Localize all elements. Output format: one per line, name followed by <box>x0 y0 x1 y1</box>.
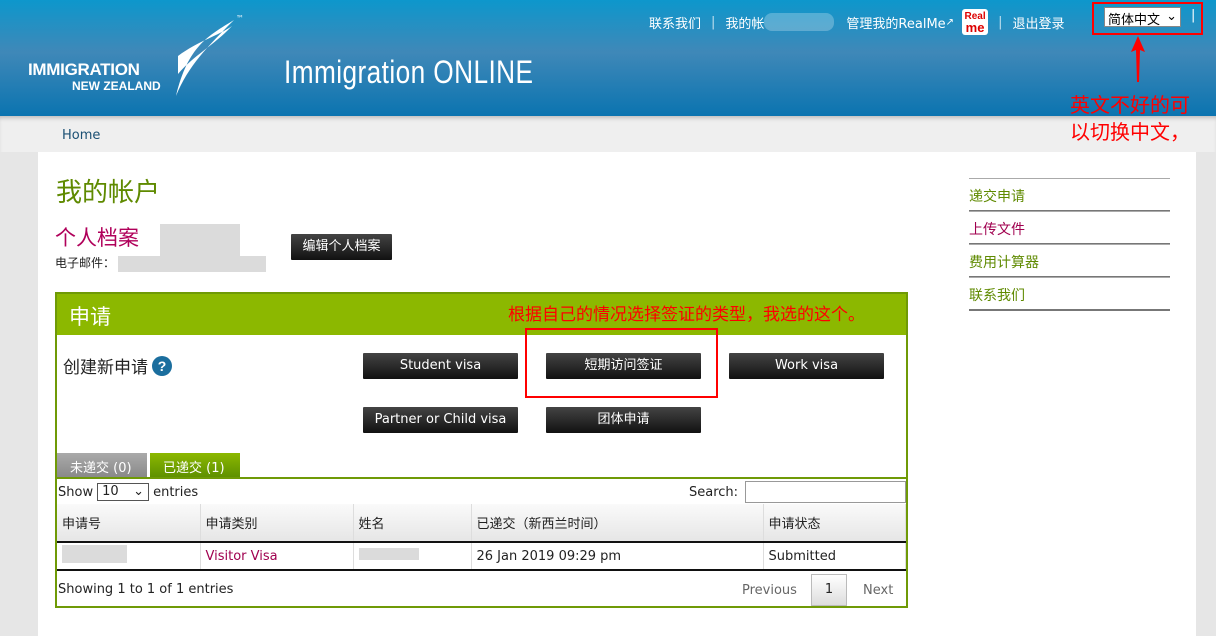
app-title: Immigration ONLINE <box>284 54 534 90</box>
work-visa-button[interactable]: Work visa <box>729 353 884 379</box>
edit-profile-button[interactable]: 编辑个人档案 <box>291 234 392 260</box>
blurred-name <box>358 548 419 560</box>
tab-divider <box>57 477 906 479</box>
column-header[interactable]: 申请类别 <box>200 504 354 543</box>
breadcrumb-home[interactable]: Home <box>62 128 100 143</box>
column-header[interactable]: 申请状态 <box>763 504 906 543</box>
page-1-button[interactable]: 1 <box>811 574 847 606</box>
page-size-select[interactable]: 10 ⌄ <box>97 483 150 501</box>
annotation-box <box>1092 2 1203 35</box>
student-visa-button[interactable]: Student visa <box>363 353 518 379</box>
submitted-date: 26 Jan 2019 09:29 pm <box>471 542 764 571</box>
sidebar-item-upload[interactable]: 上传文件 <box>969 211 1170 245</box>
annotation-box <box>525 328 718 398</box>
page-title: 我的帐户 <box>56 178 161 208</box>
chevron-down-icon: ⌄ <box>133 484 145 499</box>
group-application-button[interactable]: 团体申请 <box>546 407 701 433</box>
blurred-name <box>160 224 240 256</box>
column-header[interactable]: 已递交（新西兰时间） <box>471 504 764 543</box>
column-header[interactable]: 申请号 <box>57 504 201 543</box>
logout-link[interactable]: 退出登录 <box>1012 13 1064 32</box>
manage-realme-link[interactable]: 管理我的RealMe <box>846 13 945 32</box>
sidebar-item-submit[interactable]: 递交申请 <box>969 178 1170 212</box>
annotation-arrow-icon <box>1131 36 1145 82</box>
sidebar-item-fee-calculator[interactable]: 费用计算器 <box>969 244 1170 278</box>
annotation-note: 英文不好的可 以切换中文， <box>1070 93 1190 144</box>
sidebar-item-contact[interactable]: 联系我们 <box>969 277 1170 311</box>
status: Submitted <box>763 542 906 571</box>
contact-link[interactable]: 联系我们 <box>649 13 701 32</box>
blurred-id <box>62 545 127 563</box>
tab-unsubmitted[interactable]: 未递交 (0) <box>57 453 147 478</box>
applications-table: 申请号 申请类别 姓名 已递交（新西兰时间） 申请状态 Visitor Visa 26 J… <box>57 504 906 571</box>
trademark-icon: ™ <box>236 14 244 23</box>
help-icon[interactable]: ? <box>152 356 172 376</box>
previous-button[interactable]: Previous <box>742 583 797 598</box>
email-label: 电子邮件： <box>55 256 116 270</box>
visa-type-link[interactable]: Visitor Visa <box>200 542 354 571</box>
entries-label: entries <box>153 484 199 500</box>
tab-submitted[interactable]: 已递交 (1) <box>150 453 240 478</box>
my-account-link[interactable]: 我的帐 <box>725 13 764 32</box>
table-info: Showing 1 to 1 of 1 entries <box>58 582 234 597</box>
top-nav: 联系我们 | 我的帐 管理我的RealMe ↗ Real me | 退出登录 <box>649 9 1065 35</box>
fern-logo-icon <box>176 20 234 96</box>
search-label: Search: <box>689 485 739 500</box>
annotation-note: 根据自己的情况选择签证的类型，我选的这个。 <box>508 305 865 325</box>
table-row: Visitor Visa 26 Jan 2019 09:29 pm Submitte… <box>57 542 906 571</box>
blurred-email <box>118 256 266 272</box>
column-header[interactable]: 姓名 <box>353 504 472 543</box>
sidebar: 递交申请 上传文件 费用计算器 联系我们 <box>969 178 1170 311</box>
realme-logo: Real me <box>962 9 989 35</box>
header: IMMIGRATION NEW ZEALAND ™ Immigration ON… <box>0 0 1216 116</box>
profile-title: 个人档案 <box>55 226 139 250</box>
show-label: Show <box>58 484 94 500</box>
logo-subtext: NEW ZEALAND <box>72 79 161 93</box>
logo-text: IMMIGRATION <box>28 60 140 79</box>
breadcrumb-bar: Home <box>0 116 1216 152</box>
next-button[interactable]: Next <box>863 583 893 598</box>
external-link-icon: ↗ <box>945 16 955 28</box>
create-application-label: 创建新申请? <box>63 353 172 378</box>
search-input[interactable] <box>745 481 906 503</box>
blurred-region <box>764 13 835 31</box>
partner-child-visa-button[interactable]: Partner or Child visa <box>363 407 518 433</box>
